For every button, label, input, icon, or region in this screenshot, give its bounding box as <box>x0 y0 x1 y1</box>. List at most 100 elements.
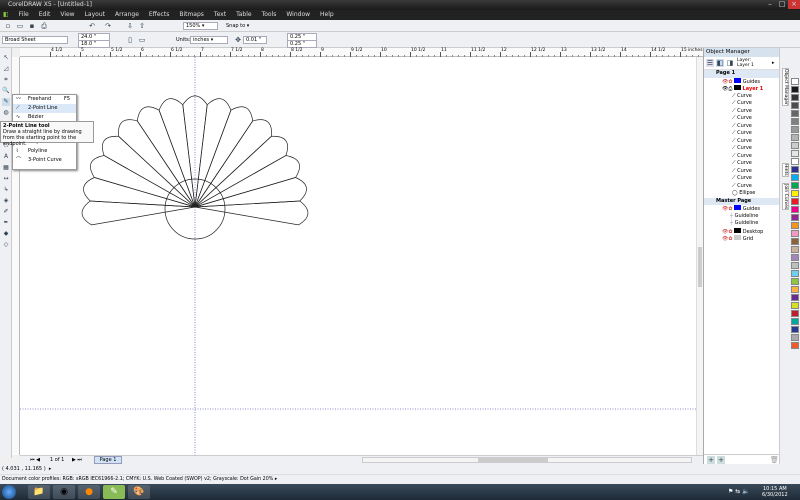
color-swatch[interactable] <box>791 110 799 117</box>
redo-icon[interactable]: ↷ <box>104 22 112 30</box>
new-master-layer-icon[interactable]: + <box>717 456 725 464</box>
duplicate-y-field[interactable]: 0.25 " <box>287 40 317 48</box>
menu-help[interactable]: Help <box>320 10 334 20</box>
export-icon[interactable]: ⇧ <box>138 22 146 30</box>
color-swatch[interactable] <box>791 158 799 165</box>
import-icon[interactable]: ⇩ <box>126 22 134 30</box>
color-swatch[interactable] <box>791 238 799 245</box>
tree-object[interactable]: ⟋ Curve <box>704 183 779 191</box>
crop-tool-icon[interactable]: ⌗ <box>2 76 10 84</box>
next-page-button[interactable]: ▶ ⏭ <box>72 457 82 463</box>
page-height-field[interactable]: 18.0 " <box>78 40 110 48</box>
color-swatch[interactable] <box>791 182 799 189</box>
shape-tool-icon[interactable]: ◿ <box>2 65 10 73</box>
color-swatch[interactable] <box>791 270 799 277</box>
tree-object[interactable]: ⟋ Curve <box>704 160 779 168</box>
menu-file[interactable]: File <box>19 10 29 20</box>
petal-curve[interactable] <box>194 200 309 226</box>
color-profile-bar[interactable]: Document color profiles: RGB: sRGB IEC61… <box>0 474 800 484</box>
close-button[interactable]: × <box>788 0 800 9</box>
color-swatch[interactable] <box>791 166 799 173</box>
connector-tool-icon[interactable]: ↳ <box>2 186 10 194</box>
color-swatch[interactable] <box>791 310 799 317</box>
new-layer-icon[interactable]: + <box>707 456 715 464</box>
color-swatch[interactable] <box>791 126 799 133</box>
color-swatch[interactable] <box>791 150 799 157</box>
first-page-button[interactable]: ⏮ ◀ <box>30 457 40 463</box>
tree-object[interactable]: ⟋ Curve <box>704 138 779 146</box>
petal-curve[interactable] <box>81 200 196 226</box>
outline-tool-icon[interactable]: ✒ <box>2 219 10 227</box>
menu-table[interactable]: Table <box>236 10 252 20</box>
petal-curve[interactable] <box>194 106 254 208</box>
menu-effects[interactable]: Effects <box>149 10 169 20</box>
color-swatch[interactable] <box>791 142 799 149</box>
color-swatch[interactable] <box>791 118 799 125</box>
petal-curve[interactable] <box>102 135 196 208</box>
color-swatch[interactable] <box>791 94 799 101</box>
tray-icons[interactable]: ⚑ ⇆ 🔈 <box>728 488 750 495</box>
start-button[interactable] <box>2 485 16 499</box>
color-swatch[interactable] <box>791 246 799 253</box>
interactive-tool-icon[interactable]: ◈ <box>2 197 10 205</box>
docker-tab[interactable]: Join Curves <box>782 183 789 211</box>
paint-taskbar-icon[interactable]: 🎨 <box>128 485 150 499</box>
color-swatch[interactable] <box>791 134 799 141</box>
tree-object[interactable]: ⟋ Curve <box>704 100 779 108</box>
tree-master-page[interactable]: Master Page <box>704 197 779 205</box>
chrome-taskbar-icon[interactable]: ◉ <box>53 485 75 499</box>
color-swatch[interactable] <box>791 198 799 205</box>
menu-edit[interactable]: Edit <box>39 10 51 20</box>
tree-master-item[interactable]: 👁✿ Desktop <box>704 227 779 236</box>
tree-object[interactable]: ⟋ Curve <box>704 153 779 161</box>
interactive-fill-tool-icon[interactable]: ◇ <box>2 241 10 249</box>
tree-object[interactable]: ◯ Ellipse <box>704 190 779 198</box>
menu-text[interactable]: Text <box>214 10 226 20</box>
landscape-icon[interactable]: ▭ <box>138 36 146 44</box>
explorer-taskbar-icon[interactable]: 📁 <box>28 485 50 499</box>
color-swatch[interactable] <box>791 174 799 181</box>
tree-object[interactable]: ⟋ Curve <box>704 130 779 138</box>
tree-master-item[interactable]: ┼ Guideline <box>704 213 779 221</box>
open-icon[interactable]: ▭ <box>16 22 24 30</box>
color-swatch[interactable] <box>791 190 799 197</box>
maximize-button[interactable]: □ <box>776 0 788 9</box>
horizontal-ruler[interactable]: 4 1/2 5 5 1/2 6 6 1/2 7 7 1/2 8 8 1/2 9 9 1/2 10 10 … <box>20 48 705 57</box>
color-swatch[interactable] <box>791 222 799 229</box>
color-swatch[interactable] <box>791 326 799 333</box>
page-size-select[interactable]: Broad Sheet <box>2 36 68 44</box>
color-swatch[interactable] <box>791 102 799 109</box>
smart-fill-tool-icon[interactable]: ◍ <box>2 109 10 117</box>
tree-object[interactable]: ⟋ Curve <box>704 115 779 123</box>
color-swatch[interactable] <box>791 254 799 261</box>
petal-curve[interactable] <box>194 119 272 208</box>
print-icon[interactable]: ⎙ <box>40 22 48 30</box>
pick-tool-icon[interactable]: ↖ <box>2 54 10 62</box>
clock[interactable]: 10:15 AM 6/30/2012 <box>762 486 788 498</box>
show-properties-icon[interactable]: ☰ <box>706 59 714 67</box>
minimize-button[interactable]: – <box>764 0 776 9</box>
flyout-item-polyline[interactable]: ⌇ Polyline <box>13 147 76 156</box>
save-icon[interactable]: ▪ <box>28 22 36 30</box>
layer-manager-icon[interactable]: ◨ <box>726 59 734 67</box>
docker-tab[interactable]: Hints <box>782 163 789 177</box>
menu-arrange[interactable]: Arrange <box>115 10 139 20</box>
horizontal-scrollbar[interactable] <box>362 457 692 463</box>
tree-object[interactable]: ⟋ Curve <box>704 175 779 183</box>
new-icon[interactable]: ▫ <box>4 22 12 30</box>
color-swatch[interactable] <box>791 214 799 221</box>
freehand-tool-icon[interactable]: ✎ <box>2 98 10 106</box>
tree-master-item[interactable]: ┼ Guideline <box>704 220 779 228</box>
petal-curve[interactable] <box>90 155 196 208</box>
tree-object[interactable]: ⟋ Curve <box>704 108 779 116</box>
coreldraw-taskbar-icon[interactable]: ✎ <box>103 485 125 499</box>
color-swatch[interactable] <box>791 302 799 309</box>
tree-layer-1[interactable]: 👁⎙ Layer 1 <box>704 85 779 93</box>
text-tool-icon[interactable]: A <box>2 153 10 161</box>
undo-icon[interactable]: ↶ <box>88 22 96 30</box>
tree-object[interactable]: ⟋ Curve <box>704 145 779 153</box>
color-swatch[interactable] <box>791 78 799 85</box>
color-swatch[interactable] <box>791 230 799 237</box>
edit-across-layers-icon[interactable]: ◧ <box>716 59 724 67</box>
petal-curve[interactable] <box>136 106 196 208</box>
